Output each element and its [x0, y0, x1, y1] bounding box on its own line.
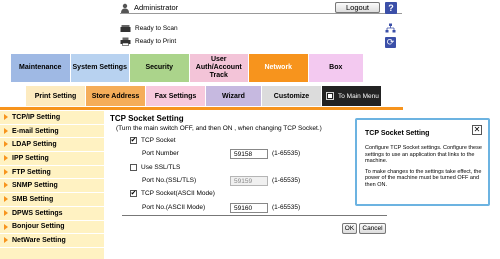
scanner-icon: [120, 25, 131, 32]
sidebar-item-bonjour[interactable]: Bonjour Setting: [0, 221, 104, 235]
user-name: Administrator: [134, 3, 179, 12]
sidebar-item-ipp[interactable]: IPP Setting: [0, 152, 104, 166]
sidebar-item-label: Bonjour Setting: [12, 223, 65, 231]
port-ssl-input[interactable]: 59159: [230, 176, 268, 186]
port-number-label: Port Number: [142, 150, 179, 157]
user-icon: [121, 3, 129, 13]
port-ssl-range: (1-65535): [272, 177, 301, 184]
subtab-store-address[interactable]: Store Address: [86, 86, 145, 106]
network-topology-icon[interactable]: [385, 23, 396, 33]
sidebar-item-label: SNMP Setting: [12, 182, 58, 190]
ascii-row: ✔ TCP Socket(ASCII Mode): [130, 190, 215, 197]
close-icon[interactable]: ✕: [472, 125, 482, 135]
help-panel-title: TCP Socket Setting: [365, 130, 430, 137]
cancel-button[interactable]: Cancel: [359, 223, 386, 234]
tcp-socket-checkbox[interactable]: ✔: [130, 137, 137, 144]
sidebar-item-label: NetWare Setting: [12, 237, 66, 245]
sidebar-item-label: FTP Setting: [12, 168, 51, 176]
arrow-right-icon: [4, 114, 8, 120]
arrow-right-icon: [4, 182, 8, 189]
ascii-checkbox[interactable]: ✔: [130, 190, 137, 197]
ascii-label: TCP Socket(ASCII Mode): [141, 190, 215, 197]
port-number-input[interactable]: 59158: [230, 149, 268, 159]
port-ssl-row: Port No.(SSL/TLS): [142, 177, 196, 184]
ok-button[interactable]: OK: [342, 223, 357, 234]
tab-system-settings[interactable]: System Settings: [70, 54, 129, 82]
port-ascii-range: (1-65535): [272, 204, 301, 211]
arrow-right-icon: [4, 223, 8, 230]
sidebar-item-label: LDAP Setting: [12, 141, 57, 149]
sidebar-item-snmp[interactable]: SNMP Setting: [0, 179, 104, 194]
port-ascii-input[interactable]: 59160: [230, 203, 268, 213]
arrow-right-icon: [4, 155, 8, 162]
to-main-menu-button[interactable]: To Main Menu: [322, 86, 381, 106]
home-icon: [326, 92, 334, 100]
sidebar-item-dpws[interactable]: DPWS Settings: [0, 207, 104, 221]
help-panel-body: Configure TCP Socket settings. Configure…: [365, 145, 485, 192]
sidebar-item-label: SMB Setting: [12, 195, 54, 203]
subtab-customize[interactable]: Customize: [262, 86, 321, 106]
sidebar-item-netware[interactable]: NetWare Setting: [0, 234, 104, 248]
help-text-2: To make changes to the settings take eff…: [365, 168, 482, 188]
arrow-right-icon: [4, 141, 8, 148]
arrow-right-icon: [4, 127, 8, 134]
help-icon[interactable]: ?: [385, 2, 397, 14]
sidebar: TCP/IP Setting E-mail Setting LDAP Setti…: [0, 111, 104, 259]
page-title: TCP Socket Setting: [110, 114, 184, 123]
tab-maintenance[interactable]: Maintenance: [11, 54, 70, 82]
port-ssl-label: Port No.(SSL/TLS): [142, 177, 197, 184]
main-tabs: Maintenance System Settings Security Use…: [11, 54, 364, 82]
subtab-fax-settings[interactable]: Fax Settings: [146, 86, 205, 106]
to-main-menu-label: To Main Menu: [338, 92, 379, 100]
arrow-right-icon: [4, 196, 8, 203]
port-number-range: (1-65535): [272, 150, 301, 157]
arrow-right-icon: [4, 237, 8, 244]
sidebar-item-ldap[interactable]: LDAP Setting: [0, 138, 104, 153]
subtab-wizard[interactable]: Wizard: [206, 86, 261, 106]
sidebar-item-label: TCP/IP Setting: [12, 113, 61, 121]
tcp-socket-row: ✔ TCP Socket: [130, 137, 176, 144]
subtab-print-setting[interactable]: Print Setting: [26, 86, 85, 106]
scan-status-text: Ready to Scan: [135, 25, 178, 32]
scan-status: Ready to Scan: [120, 24, 178, 33]
print-status-text: Ready to Print: [135, 38, 177, 45]
tab-network[interactable]: Network: [249, 54, 308, 82]
restart-note: (Turn the main switch OFF, and then ON ,…: [116, 125, 322, 132]
port-number-row: Port Number: [142, 150, 179, 157]
logout-button[interactable]: Logout: [335, 2, 380, 13]
accent-divider: [0, 107, 403, 110]
sub-tabs: Print Setting Store Address Fax Settings…: [26, 86, 382, 106]
ssl-row: Use SSL/TLS: [130, 164, 180, 171]
sidebar-item-email[interactable]: E-mail Setting: [0, 125, 104, 139]
arrow-right-icon: [4, 168, 8, 175]
tcp-socket-label: TCP Socket: [141, 137, 176, 144]
print-status: Ready to Print: [120, 37, 176, 46]
arrow-right-icon: [4, 209, 8, 216]
sidebar-item-label: E-mail Setting: [12, 127, 59, 135]
help-panel: TCP Socket Setting ✕ Configure TCP Socke…: [355, 118, 490, 206]
refresh-icon[interactable]: ⟳: [385, 37, 396, 48]
port-ascii-label: Port No.(ASCII Mode): [142, 204, 206, 211]
sidebar-item-label: IPP Setting: [12, 154, 49, 162]
sidebar-item-label: DPWS Settings: [12, 209, 63, 217]
port-ascii-row: Port No.(ASCII Mode): [142, 204, 205, 211]
ssl-checkbox[interactable]: [130, 164, 137, 171]
tab-user-auth-account-track[interactable]: User Auth/Account Track: [189, 54, 248, 82]
tab-box[interactable]: Box: [308, 54, 364, 82]
ssl-label: Use SSL/TLS: [141, 164, 181, 171]
form-divider: [122, 215, 387, 216]
tab-security[interactable]: Security: [130, 54, 189, 82]
sidebar-item-smb[interactable]: SMB Setting: [0, 193, 104, 207]
printer-icon: [120, 37, 131, 46]
content-panel: TCP Socket Setting (Turn the main switch…: [110, 114, 390, 132]
sidebar-item-ftp[interactable]: FTP Setting: [0, 166, 104, 180]
sidebar-item-tcp-ip[interactable]: TCP/IP Setting: [0, 111, 104, 125]
help-text-1: Configure TCP Socket settings. Configure…: [365, 145, 482, 164]
header: Administrator Logout ? Ready to Scan Rea…: [0, 0, 500, 50]
